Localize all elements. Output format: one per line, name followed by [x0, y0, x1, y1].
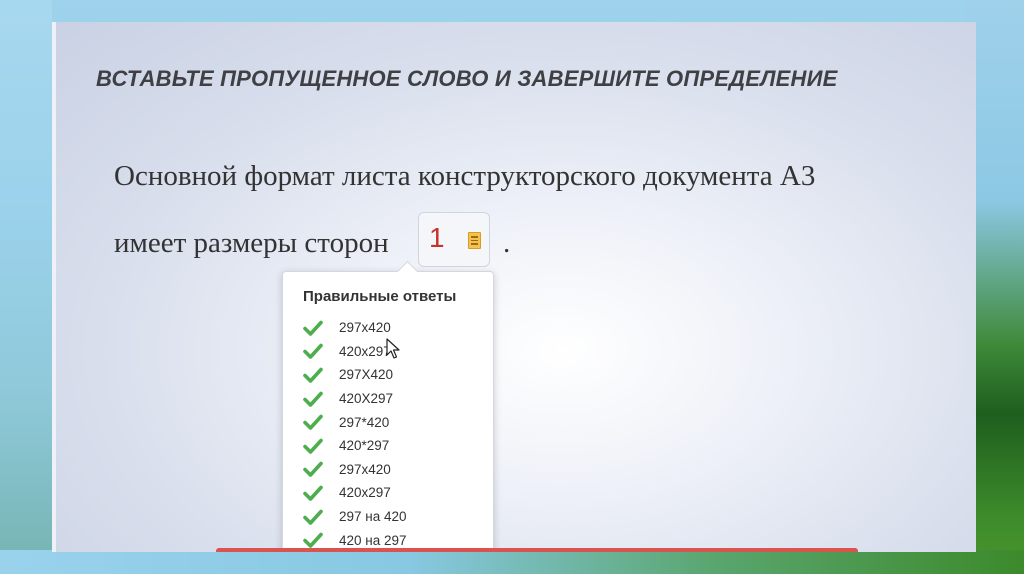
check-icon: [303, 462, 323, 478]
answer-value: 1: [429, 222, 445, 253]
answer-item-text: 420х297: [339, 485, 391, 501]
answer-item-text: 420X297: [339, 391, 394, 407]
check-icon: [303, 509, 323, 525]
question-text-line-2: имеет размеры сторон: [114, 227, 389, 259]
slide-frame-bottom: [0, 550, 1024, 574]
question-text-line-1: Основной формат листа конструкторского д…: [114, 160, 816, 192]
question-title: ВСТАВЬТЕ ПРОПУЩЕННОЕ СЛОВО И ЗАВЕРШИТЕ О…: [96, 66, 838, 91]
answer-item-text: 297X420: [339, 367, 394, 383]
check-icon: [303, 532, 323, 548]
answer-item-text: 297*420: [339, 414, 390, 430]
answer-item: 420*297: [303, 434, 407, 458]
answer-item-text: 420*297: [339, 438, 390, 454]
answer-item: 297 на 420: [303, 505, 407, 529]
answer-item-text: 420x297: [339, 343, 391, 359]
answer-item: 297*420: [303, 410, 407, 434]
check-icon: [303, 344, 323, 360]
check-icon: [303, 320, 323, 336]
answer-item-text: 297x420: [339, 320, 391, 336]
check-icon: [303, 485, 323, 501]
slide-frame-left: [0, 0, 52, 574]
submit-bar[interactable]: [216, 548, 858, 552]
answer-item: 297X420: [303, 363, 407, 387]
answer-item-text: 297х420: [339, 461, 391, 477]
check-icon: [303, 438, 323, 454]
check-icon: [303, 391, 323, 407]
answer-item-text: 420 на 297: [339, 532, 407, 548]
answer-item-text: 297 на 420: [339, 509, 407, 525]
check-icon: [303, 414, 323, 430]
document-icon[interactable]: [468, 232, 481, 249]
correct-answers-popup: Правильные ответы 297x420 420x297 297X420 4…: [282, 271, 494, 552]
answer-item: 297х420: [303, 458, 407, 482]
answer-item: 420X297: [303, 387, 407, 411]
check-icon: [303, 367, 323, 383]
answer-input-box[interactable]: 1: [418, 212, 490, 267]
popup-title: Правильные ответы: [303, 288, 457, 305]
answer-item: 420х297: [303, 481, 407, 505]
answer-item: 297x420: [303, 316, 407, 340]
sentence-period: .: [503, 227, 511, 259]
mouse-pointer-icon: [386, 338, 400, 359]
slide-content: ВСТАВЬТЕ ПРОПУЩЕННОЕ СЛОВО И ЗАВЕРШИТЕ О…: [52, 22, 976, 552]
